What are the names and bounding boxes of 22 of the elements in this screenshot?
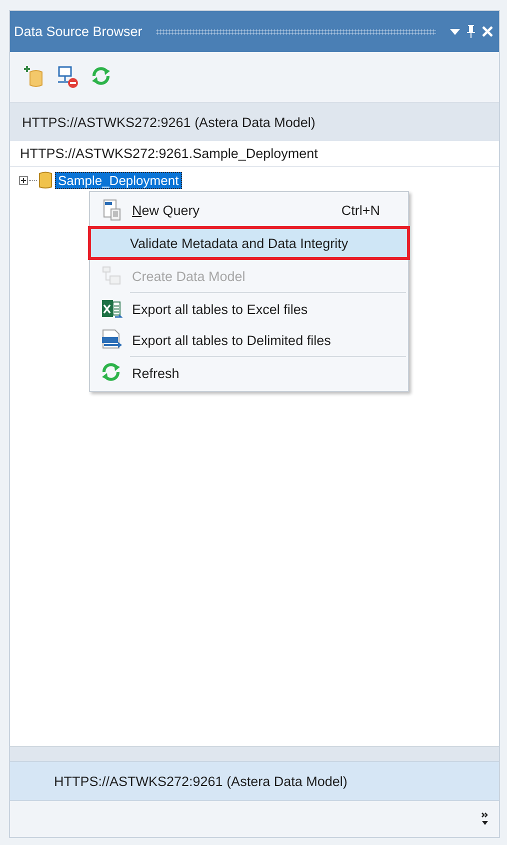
panel-title: Data Source Browser (14, 24, 142, 39)
spreadsheet-icon (101, 298, 123, 320)
menu-item[interactable]: Refresh (92, 358, 406, 388)
connection-label: HTTPS://ASTWKS272:9261 (Astera Data Model) (54, 774, 348, 788)
menu-item[interactable]: Export all tables to Excel files (92, 294, 406, 324)
connection-bar[interactable]: HTTPS://ASTWKS272:9261 (Astera Data Model) (10, 761, 499, 801)
database-add-icon[interactable] (22, 65, 44, 89)
expand-icon[interactable] (19, 176, 28, 184)
csv-file-icon (101, 329, 123, 351)
menu-item[interactable]: New Query Ctrl+N (92, 195, 406, 225)
tree-item[interactable]: Sample_Deployment (55, 172, 182, 188)
dropdown-icon[interactable] (450, 28, 460, 34)
pin-icon[interactable] (466, 25, 476, 38)
close-icon[interactable] (482, 26, 493, 37)
query-document-icon (101, 199, 123, 221)
diagram-icon (101, 265, 123, 287)
menu-item[interactable]: Export all tables to Delimited files (92, 325, 406, 355)
server-name: HTTPS://ASTWKS272:9261 (Astera Data Model) (22, 114, 316, 130)
overflow-icon[interactable] (481, 812, 489, 826)
database-icon (39, 171, 52, 189)
network-remove-icon[interactable] (56, 65, 78, 89)
menu-item[interactable]: Validate Metadata and Data Integrity (90, 228, 408, 258)
